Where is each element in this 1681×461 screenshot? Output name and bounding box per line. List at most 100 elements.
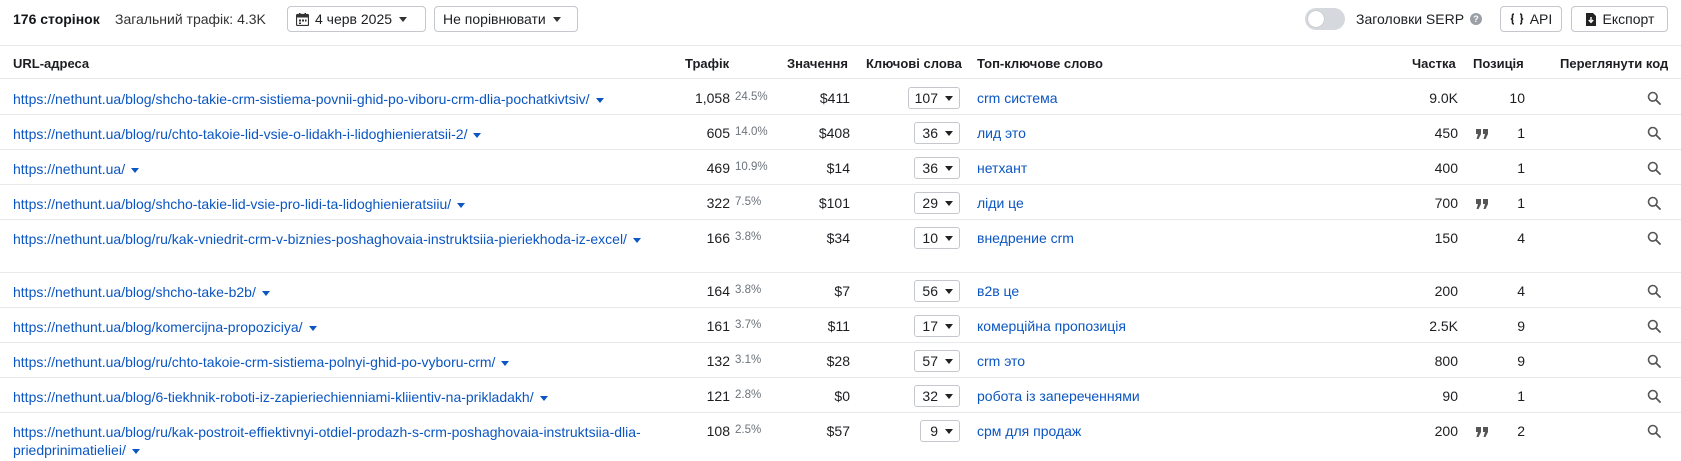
table-row: https://nethunt.ua/blog/ru/chto-takoie-l… (0, 115, 1681, 150)
export-button[interactable]: Експорт (1571, 6, 1668, 32)
table-row: https://nethunt.ua/blog/shcho-take-b2b/1… (0, 273, 1681, 308)
keyword-volume: 200 (1434, 283, 1458, 299)
column-header-top-keyword[interactable]: Топ-ключове слово (977, 56, 1103, 71)
chevron-down-icon[interactable] (131, 448, 140, 454)
top-keyword-link[interactable]: робота із запереченнями (977, 388, 1140, 404)
top-keyword-link[interactable]: crm это (977, 353, 1025, 369)
ranking-position: 1 (1517, 125, 1525, 141)
chevron-down-icon (945, 358, 953, 364)
search-icon[interactable] (1647, 91, 1661, 105)
search-icon[interactable] (1647, 389, 1661, 403)
traffic-share: 3.8% (735, 231, 762, 243)
column-header-keywords[interactable]: Ключові слова (866, 56, 962, 71)
api-button[interactable]: API (1500, 6, 1562, 32)
page-url[interactable]: https://nethunt.ua/blog/shcho-takie-lid-… (13, 196, 451, 212)
table-row: https://nethunt.ua/blog/shcho-takie-crm-… (0, 80, 1681, 115)
chevron-down-icon[interactable] (632, 237, 641, 243)
page-url-link[interactable]: https://nethunt.ua/blog/shcho-take-b2b/ (13, 283, 676, 301)
top-keyword-link[interactable]: комерційна пропозиція (977, 318, 1126, 334)
traffic-share: 10.9% (735, 161, 768, 173)
traffic-value: 108 (706, 423, 730, 439)
page-url-link[interactable]: https://nethunt.ua/blog/ru/chto-takoie-l… (13, 125, 676, 143)
keywords-dropdown[interactable]: 17 (914, 315, 960, 337)
keywords-dropdown[interactable]: 107 (908, 87, 960, 109)
compare-dropdown[interactable]: Не порівнювати (434, 6, 578, 32)
page-url[interactable]: https://nethunt.ua/blog/6-tiekhnik-robot… (13, 389, 534, 405)
help-icon[interactable]: ? (1470, 13, 1482, 25)
page-url-link[interactable]: https://nethunt.ua/blog/ru/kak-vniedrit-… (13, 230, 676, 248)
chevron-down-icon[interactable] (473, 132, 482, 138)
page-url[interactable]: https://nethunt.ua/blog/shcho-takie-crm-… (13, 91, 590, 107)
keywords-dropdown[interactable]: 57 (914, 350, 960, 372)
ranking-position: 1 (1517, 388, 1525, 404)
page-url-link[interactable]: https://nethunt.ua/blog/komercijna-propo… (13, 318, 676, 336)
page-url[interactable]: https://nethunt.ua/blog/ru/kak-postroit-… (13, 424, 641, 458)
page-url[interactable]: https://nethunt.ua/blog/komercijna-propo… (13, 319, 303, 335)
keywords-dropdown[interactable]: 9 (920, 420, 960, 442)
search-icon[interactable] (1647, 126, 1661, 140)
chevron-down-icon[interactable] (308, 325, 317, 331)
page-url[interactable]: https://nethunt.ua/blog/ru/chto-takoie-c… (13, 354, 495, 370)
traffic-value-usd: $7 (834, 283, 850, 299)
top-keyword-link[interactable]: срм для продаж (977, 423, 1081, 439)
serp-titles-label: Заголовки SERP (1356, 11, 1465, 27)
page-url[interactable]: https://nethunt.ua/blog/shcho-take-b2b/ (13, 284, 256, 300)
column-header-traffic[interactable]: Трафік (685, 56, 729, 71)
ranking-position: 1 (1517, 160, 1525, 176)
traffic-value-usd: $57 (826, 423, 850, 439)
top-keyword-link[interactable]: crm система (977, 90, 1058, 106)
top-keyword-link[interactable]: нетхант (977, 160, 1027, 176)
page-url-link[interactable]: https://nethunt.ua/blog/6-tiekhnik-robot… (13, 388, 676, 406)
keywords-dropdown[interactable]: 56 (914, 280, 960, 302)
top-keyword-link[interactable]: ліди це (977, 195, 1024, 211)
keyword-volume: 400 (1434, 160, 1458, 176)
page-url-link[interactable]: https://nethunt.ua/blog/shcho-takie-crm-… (13, 90, 676, 108)
keywords-dropdown[interactable]: 36 (914, 122, 960, 144)
top-keyword-link[interactable]: внедрение crm (977, 230, 1074, 246)
keywords-dropdown[interactable]: 36 (914, 157, 960, 179)
column-header-volume[interactable]: Частка (1412, 56, 1456, 71)
ranking-position: 4 (1517, 230, 1525, 246)
column-header-view-code: Переглянути код (1560, 56, 1669, 71)
search-icon[interactable] (1647, 424, 1661, 438)
column-header-url[interactable]: URL-адреса (13, 56, 89, 71)
search-icon[interactable] (1647, 231, 1661, 245)
page-url-link[interactable]: https://nethunt.ua/ (13, 160, 676, 178)
column-header-position[interactable]: Позиція (1473, 56, 1524, 71)
search-icon[interactable] (1647, 161, 1661, 175)
keywords-count: 36 (922, 125, 938, 141)
export-label: Експорт (1602, 11, 1655, 27)
chevron-down-icon[interactable] (595, 97, 604, 103)
traffic-share: 3.8% (735, 284, 762, 296)
date-picker-button[interactable]: 4 черв 2025 (287, 6, 426, 32)
keywords-count: 56 (922, 283, 938, 299)
chevron-down-icon[interactable] (539, 395, 548, 401)
search-icon[interactable] (1647, 354, 1661, 368)
page-url[interactable]: https://nethunt.ua/blog/ru/kak-vniedrit-… (13, 231, 627, 247)
page-url[interactable]: https://nethunt.ua/ (13, 161, 125, 177)
serp-titles-toggle[interactable] (1305, 8, 1345, 30)
search-icon[interactable] (1647, 319, 1661, 333)
page-url[interactable]: https://nethunt.ua/blog/ru/chto-takoie-l… (13, 126, 467, 142)
quote-icon (1476, 129, 1488, 139)
traffic-share: 2.8% (735, 389, 762, 401)
page-url-link[interactable]: https://nethunt.ua/blog/shcho-takie-lid-… (13, 195, 676, 213)
page-url-link[interactable]: https://nethunt.ua/blog/ru/chto-takoie-c… (13, 353, 676, 371)
chevron-down-icon[interactable] (131, 167, 140, 173)
traffic-value: 1,058 (694, 90, 730, 106)
page-url-link[interactable]: https://nethunt.ua/blog/ru/kak-postroit-… (13, 423, 676, 459)
keywords-dropdown[interactable]: 10 (914, 227, 960, 249)
keywords-dropdown[interactable]: 29 (914, 192, 960, 214)
top-keyword-link[interactable]: лид это (977, 125, 1026, 141)
chevron-down-icon[interactable] (501, 360, 510, 366)
search-icon[interactable] (1647, 196, 1661, 210)
chevron-down-icon[interactable] (261, 290, 270, 296)
column-header-value[interactable]: Значення (787, 56, 848, 71)
keywords-dropdown[interactable]: 32 (914, 385, 960, 407)
code-braces-icon (1510, 13, 1523, 25)
top-keyword-link[interactable]: в2в це (977, 283, 1019, 299)
table-row: https://nethunt.ua/blog/ru/kak-vniedrit-… (0, 220, 1681, 273)
traffic-value: 132 (706, 353, 730, 369)
search-icon[interactable] (1647, 284, 1661, 298)
chevron-down-icon[interactable] (457, 202, 466, 208)
